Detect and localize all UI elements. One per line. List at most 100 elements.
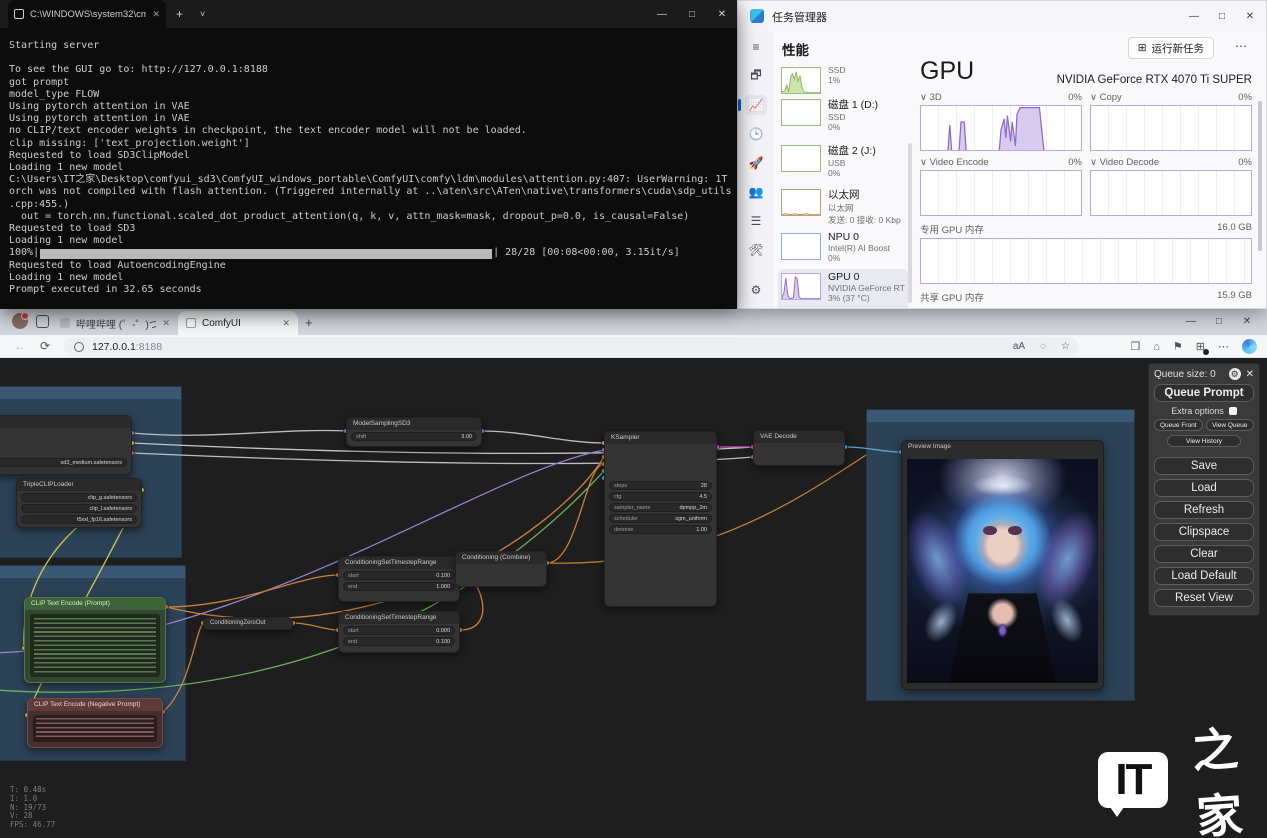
node-triple-clip-loader[interactable]: TripleCLIPLoader clip_g.safetensors clip… — [16, 478, 142, 528]
details-icon[interactable]: ☰ — [745, 211, 767, 231]
menu-close-icon[interactable]: ✕ — [1246, 369, 1254, 380]
negative-prompt-textarea[interactable] — [33, 715, 157, 742]
new-tab-button[interactable]: + — [176, 7, 183, 21]
refresh-icon[interactable]: ⟳ — [40, 339, 50, 353]
run-new-task-button[interactable]: ⊞ 运行新任务 — [1128, 37, 1214, 59]
cmd-titlebar[interactable]: C:\WINDOWS\system32\cmd... ✕ + ˅ — □ ✕ — [0, 0, 737, 28]
bookmark-star-icon[interactable]: ☆ — [1061, 341, 1070, 352]
sidebar-item-disk1[interactable]: 磁盘 1 (D:) SSD 0% — [778, 95, 908, 139]
save-button[interactable]: Save — [1154, 457, 1254, 475]
comfyui-canvas[interactable]: sd3_medium.safetensors TripleCLIPLoader … — [0, 358, 1267, 838]
clear-button[interactable]: Clear — [1154, 545, 1254, 563]
back-icon[interactable]: ← — [14, 339, 26, 353]
address-bar[interactable]: 127.0.0.1:8188 aA ◌ ☆ — [64, 337, 1078, 356]
refresh-button[interactable]: Refresh — [1154, 501, 1254, 519]
split-screen-icon[interactable]: ❐ — [1130, 340, 1140, 353]
favorites-icon[interactable]: ⌂ — [1153, 341, 1160, 353]
tab-close-icon[interactable]: ✕ — [162, 318, 170, 329]
more-menu-icon[interactable]: ⋯ — [1218, 340, 1229, 353]
new-tab-button[interactable]: + — [305, 315, 313, 330]
close-button[interactable]: ✕ — [707, 0, 737, 28]
more-options-icon[interactable]: ⋯ — [1235, 39, 1248, 53]
site-info-icon[interactable] — [74, 342, 84, 352]
performance-icon[interactable]: 📈 — [745, 95, 767, 115]
node-conditioning-set-timestep-range-1[interactable]: ConditioningSetTimestepRange start0.100 … — [338, 556, 460, 602]
settings-gear-icon[interactable]: ⚙ — [745, 280, 767, 300]
node-vae-decode[interactable]: VAE Decode — [753, 430, 845, 466]
load-default-button[interactable]: Load Default — [1154, 567, 1254, 585]
reset-view-button[interactable]: Reset View — [1154, 589, 1254, 607]
workspaces-icon[interactable] — [36, 315, 49, 328]
sidebar-item-disk0[interactable]: SSD 1% — [778, 63, 908, 89]
settings-gear-icon[interactable]: ⚙ — [1229, 368, 1241, 380]
widget-end[interactable]: end1.000 — [343, 582, 455, 591]
node-conditioning-zero-out[interactable]: ConditioningZeroOut — [203, 617, 293, 630]
close-button[interactable]: ✕ — [1233, 308, 1261, 335]
translate-icon[interactable]: aA — [1013, 341, 1025, 352]
chart-label[interactable]: ∨ Video Encode — [920, 157, 989, 168]
widget-end[interactable]: end0.100 — [343, 637, 455, 646]
node-clip-text-encode-positive[interactable]: CLIP Text Encode (Prompt) — [24, 597, 166, 683]
tab-bilibili[interactable]: 哔哩哔哩 (゜-゜)つロ 干杯~-bili ✕ — [52, 311, 178, 335]
widget-clip-name2[interactable]: clip_l.safetensors — [21, 504, 137, 513]
app-history-icon[interactable]: 🕒 — [745, 124, 767, 144]
reading-mode-icon[interactable]: ◌ — [1040, 341, 1046, 352]
taskmgr-titlebar[interactable]: 任务管理器 — □ ✕ — [738, 1, 1266, 31]
node-conditioning-combine[interactable]: Conditioning (Combine) — [455, 551, 547, 587]
node-model-sampling-sd3[interactable]: ModelSamplingSD3 shift3.00 — [346, 417, 482, 447]
widget-shift[interactable]: shift3.00 — [351, 432, 477, 441]
cmd-tab[interactable]: C:\WINDOWS\system32\cmd... ✕ — [8, 0, 166, 28]
extra-options-checkbox[interactable] — [1229, 407, 1237, 415]
widget-start[interactable]: start0.100 — [343, 571, 455, 580]
queue-prompt-button[interactable]: Queue Prompt — [1154, 384, 1254, 402]
comfyui-menu-header[interactable]: Queue size: 0 ⚙ ✕ — [1154, 368, 1254, 380]
widget-clip-name1[interactable]: clip_g.safetensors — [21, 493, 137, 502]
tab-close-icon[interactable]: ✕ — [282, 318, 290, 329]
clipspace-button[interactable]: Clipspace — [1154, 523, 1254, 541]
taskmgr-scrollbar[interactable] — [1258, 101, 1262, 251]
maximize-button[interactable]: □ — [1208, 1, 1236, 31]
minimize-button[interactable]: — — [1180, 1, 1208, 31]
view-queue-button[interactable]: View Queue — [1206, 419, 1255, 431]
startup-apps-icon[interactable]: 🚀 — [745, 153, 767, 173]
widget-start[interactable]: start0.000 — [343, 626, 455, 635]
widget-ckpt-name[interactable]: sd3_medium.safetensors — [0, 458, 127, 467]
collections-icon[interactable]: ⚑ — [1173, 340, 1183, 353]
maximize-button[interactable]: □ — [677, 0, 707, 28]
sidebar-scrollbar[interactable] — [908, 143, 912, 303]
widget-denoise[interactable]: denoise1.00 — [609, 525, 712, 534]
services-icon[interactable]: 🛠 — [745, 240, 767, 260]
chart-label[interactable]: ∨ 3D — [920, 92, 942, 103]
close-button[interactable]: ✕ — [1236, 1, 1264, 31]
minimize-button[interactable]: — — [647, 0, 677, 28]
node-ksampler[interactable]: KSampler steps28 cfg4.5 sampler_namedpmp… — [604, 431, 717, 607]
widget-cfg[interactable]: cfg4.5 — [609, 492, 712, 501]
node-preview-image[interactable]: Preview Image — [901, 440, 1104, 690]
tab-dropdown-icon[interactable]: ˅ — [200, 9, 205, 19]
minimize-button[interactable]: — — [1177, 308, 1205, 335]
node-clip-text-encode-negative[interactable]: CLIP Text Encode (Negative Prompt) — [27, 698, 163, 748]
queue-front-button[interactable]: Queue Front — [1154, 419, 1203, 431]
widget-clip-name3[interactable]: t5xxl_fp16.safetensors — [21, 515, 137, 524]
users-icon[interactable]: 👥 — [745, 182, 767, 202]
processes-icon[interactable]: 🗗 — [745, 66, 767, 86]
view-history-button[interactable]: View History — [1167, 435, 1241, 447]
tab-comfyui[interactable]: ComfyUI ✕ — [178, 311, 298, 335]
widget-scheduler[interactable]: schedulersgm_uniform — [609, 514, 712, 523]
prompt-textarea[interactable] — [30, 614, 160, 677]
node-checkpoint-loader[interactable]: sd3_medium.safetensors — [0, 415, 132, 475]
widget-steps[interactable]: steps28 — [609, 481, 712, 490]
sidebar-item-npu0[interactable]: NPU 0 Intel(R) AI Boost 0% — [778, 229, 908, 273]
chart-label[interactable]: ∨ Video Decode — [1090, 157, 1159, 168]
copilot-icon[interactable] — [1242, 339, 1257, 354]
maximize-button[interactable]: □ — [1205, 308, 1233, 335]
sidebar-item-disk2[interactable]: 磁盘 2 (J:) USB 0% — [778, 141, 908, 185]
sidebar-item-gpu0[interactable]: GPU 0 NVIDIA GeForce RT 3% (37 °C) — [778, 269, 908, 309]
console-output[interactable]: Starting server To see the GUI go to: ht… — [0, 28, 737, 296]
tab-close-icon[interactable]: ✕ — [152, 9, 160, 20]
load-button[interactable]: Load — [1154, 479, 1254, 497]
sidebar-item-ethernet[interactable]: 以太网 以太网 发送: 0 接收: 0 Kbp — [778, 185, 908, 229]
chart-label[interactable]: ∨ Copy — [1090, 92, 1122, 103]
node-conditioning-set-timestep-range-2[interactable]: ConditioningSetTimestepRange start0.000 … — [338, 611, 460, 653]
browser-profile-avatar[interactable] — [12, 313, 28, 329]
